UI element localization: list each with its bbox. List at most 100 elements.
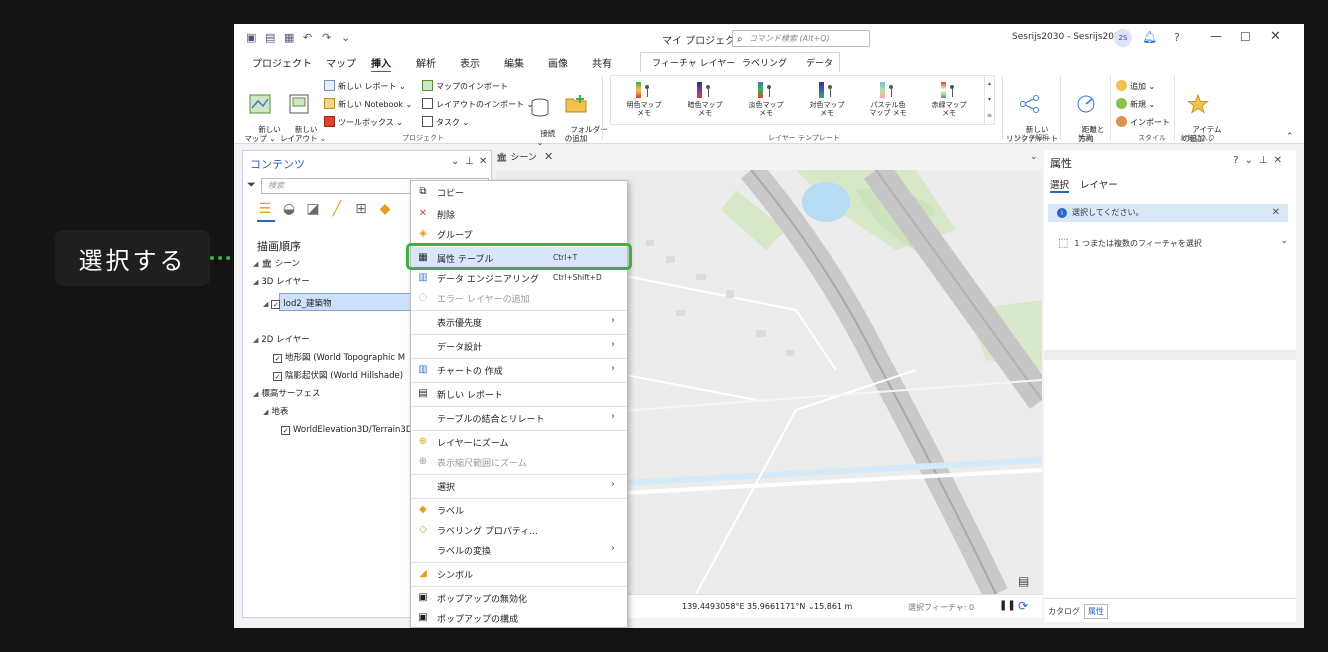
style-add-button[interactable]: 追加 ⌄ [1116, 80, 1155, 92]
tab-layer[interactable]: レイヤー [1080, 180, 1118, 191]
layer-visibility-checkbox[interactable]: ✓ [271, 300, 281, 309]
menu-display-priority[interactable]: 表示優先度 › [411, 311, 627, 333]
minimize-button[interactable]: — [1210, 29, 1222, 43]
tab-catalog[interactable]: カタログ [1048, 606, 1080, 617]
snapping-icon[interactable]: ⊞ [353, 201, 369, 217]
map-layers-icon[interactable]: ▤ [1018, 574, 1029, 588]
import-map-button[interactable]: マップのインポート [422, 80, 508, 92]
new-report-button[interactable]: 新しい レポート ⌄ [324, 80, 406, 92]
selection-icon[interactable]: ◪ [305, 201, 321, 217]
tab-edit[interactable]: 編集 [504, 55, 524, 70]
new-map-button[interactable]: 新しい マップ ⌄ [244, 76, 281, 152]
menu-create-chart[interactable]: ▥ チャートの 作成 › [411, 359, 627, 381]
template-pale-map[interactable]: 淡色マップ メモ [741, 82, 791, 117]
tree-2d-layers[interactable]: ◢ 2D レイヤー [253, 333, 310, 345]
tab-share[interactable]: 共有 [592, 55, 612, 70]
tree-layer-hillshade[interactable]: ✓ 陰影起伏図 (World Hillshade) [273, 369, 403, 381]
tree-ground[interactable]: ◢ 地表 [263, 405, 288, 417]
redo-icon[interactable]: ↷ [322, 31, 335, 44]
new-project-icon[interactable]: ▣ [246, 31, 259, 44]
tab-labeling[interactable]: ラベリング [742, 56, 787, 69]
gallery-scroll[interactable]: ▴ ▾ ≡ [984, 76, 994, 124]
tab-attributes[interactable]: 属性 [1084, 604, 1108, 619]
tree-layer-lod2[interactable]: ◢ ✓ lod2_建築物 [263, 297, 332, 309]
tree-3d-layers[interactable]: ◢ 3D レイヤー [253, 275, 310, 287]
add-folder-button[interactable]: フォルダー の追加 [556, 76, 608, 152]
tree-elevation[interactable]: ◢ 標高サーフェス [253, 387, 320, 399]
menu-new-report[interactable]: ▤ 新しい レポート [411, 383, 627, 405]
refresh-icon[interactable]: ⟳ [1018, 599, 1028, 613]
menu-copy[interactable]: ⧉ コピー [411, 181, 627, 203]
tab-map[interactable]: マップ [326, 55, 356, 70]
connect-button[interactable]: 接続 ⌄ [526, 80, 555, 156]
menu-labeling-properties[interactable]: ◇ ラベリング プロパティ... [411, 519, 627, 541]
collapse-ribbon-icon[interactable]: ⌃ [1286, 132, 1294, 142]
layer-visibility-checkbox[interactable]: ✓ [281, 426, 290, 435]
tree-layer-topographic[interactable]: ✓ 地形図 (World Topographic M [273, 351, 405, 363]
data-source-icon[interactable]: ◒ [281, 201, 297, 217]
notification-icon[interactable]: 🔔︎ [1142, 30, 1157, 44]
style-new-button[interactable]: 新規 ⌄ [1116, 98, 1155, 110]
menu-zoom-layer[interactable]: ⊕ レイヤーにズーム [411, 431, 627, 453]
template-dark-map[interactable]: 暗色マップ メモ [680, 82, 730, 117]
maximize-button[interactable]: ☐ [1240, 30, 1251, 44]
close-pane-icon[interactable]: ✕ [479, 156, 487, 167]
labeling-icon[interactable]: ◆ [377, 201, 393, 217]
menu-disable-popup[interactable]: ▣ ポップアップの無効化 [411, 587, 627, 609]
tree-elevation-source[interactable]: ✓ WorldElevation3D/Terrain3D [281, 425, 412, 435]
tab-analysis[interactable]: 解析 [416, 55, 436, 70]
command-search-input[interactable]: ⌕ コマンド検索 (Alt+Q) [732, 30, 870, 47]
menu-delete[interactable]: ✕ 削除 [411, 203, 627, 225]
tab-project[interactable]: プロジェクト [252, 55, 312, 70]
save-icon[interactable]: ▦ [284, 31, 297, 44]
user-name[interactable]: Sesrijs2030 - Sesrijs2030 [1012, 32, 1125, 42]
menu-configure-popup[interactable]: ▣ ポップアップの構成 [411, 607, 627, 629]
layer-visibility-checkbox[interactable]: ✓ [273, 372, 282, 381]
open-project-icon[interactable]: ▤ [265, 31, 278, 44]
pause-drawing-icon[interactable]: ❚❚ [999, 600, 1016, 611]
avatar[interactable]: 2S [1114, 29, 1132, 47]
editing-icon[interactable]: ╱ [329, 201, 345, 217]
tab-feature-layer[interactable]: フィーチャ レイヤー [652, 56, 735, 69]
template-light-map[interactable]: 明色マップ メモ [619, 82, 669, 117]
tab-view[interactable]: 表示 [460, 55, 480, 70]
tree-scene[interactable]: ◢ 🏛︎ シーン [253, 257, 300, 269]
menu-convert-labels[interactable]: ラベルの変換 › [411, 539, 627, 561]
view-list-chevron-icon[interactable]: ⌄ [1030, 152, 1038, 162]
tab-selection[interactable]: 選択 [1050, 180, 1070, 193]
menu-joins-relates[interactable]: テーブルの結合とリレート › [411, 407, 627, 429]
layer-visibility-checkbox[interactable]: ✓ [273, 354, 282, 363]
tab-imagery[interactable]: 画像 [548, 55, 568, 70]
menu-data-design[interactable]: データ設計 › [411, 335, 627, 357]
tab-data[interactable]: データ [806, 56, 833, 69]
menu-select[interactable]: 選択 › [411, 475, 627, 497]
close-scene-tab-icon[interactable]: ✕ [544, 150, 553, 163]
pin-icon[interactable]: ⊥ [465, 156, 474, 167]
import-layout-button[interactable]: レイアウトのインポート ⌄ [422, 98, 533, 110]
menu-group[interactable]: ◈ グループ [411, 223, 627, 245]
menu-symbology[interactable]: ◢ シンボル [411, 563, 627, 585]
attributes-pane-controls[interactable]: ?⌄⊥✕ [1233, 155, 1288, 166]
template-contrast-map[interactable]: 対色マップ メモ [802, 82, 852, 117]
expand-chevron-icon[interactable]: ⌄ [1280, 236, 1288, 246]
coordinate-readout[interactable]: 139.4493058°E 35.9661171°N ⌄ [682, 602, 815, 611]
help-button[interactable]: ? [1174, 31, 1180, 44]
menu-data-engineering[interactable]: ▥ データ エンジニアリング Ctrl+Shift+D [411, 267, 627, 289]
toolbox-button[interactable]: ツールボックス ⌄ [324, 116, 403, 128]
close-window-button[interactable]: ✕ [1270, 29, 1281, 44]
scale-readout[interactable]: 15.861 m [814, 602, 852, 611]
filter-icon[interactable]: ⏷ [247, 178, 256, 192]
new-notebook-button[interactable]: 新しい Notebook ⌄ [324, 98, 412, 110]
menu-label[interactable]: ◆ ラベル [411, 499, 627, 521]
template-redgreen-map[interactable]: 赤緑マップ メモ [924, 82, 974, 117]
pane-divider[interactable] [1044, 350, 1296, 360]
dismiss-info-icon[interactable]: ✕ [1272, 204, 1280, 222]
undo-icon[interactable]: ↶ [303, 31, 316, 44]
pane-options-icon[interactable]: ⌄ [451, 156, 459, 167]
template-pastel-map[interactable]: パステル色 マップ メモ [863, 82, 913, 117]
style-import-button[interactable]: インポート [1116, 116, 1170, 128]
new-layout-button[interactable]: 新しい レイアウト ⌄ [280, 76, 326, 152]
customize-qat-icon[interactable]: ⌄ [341, 31, 354, 44]
select-features-tool[interactable]: ⬚ 1 つまたは複数のフィーチャを選択 [1058, 236, 1202, 249]
task-button[interactable]: タスク ⌄ [422, 116, 469, 128]
